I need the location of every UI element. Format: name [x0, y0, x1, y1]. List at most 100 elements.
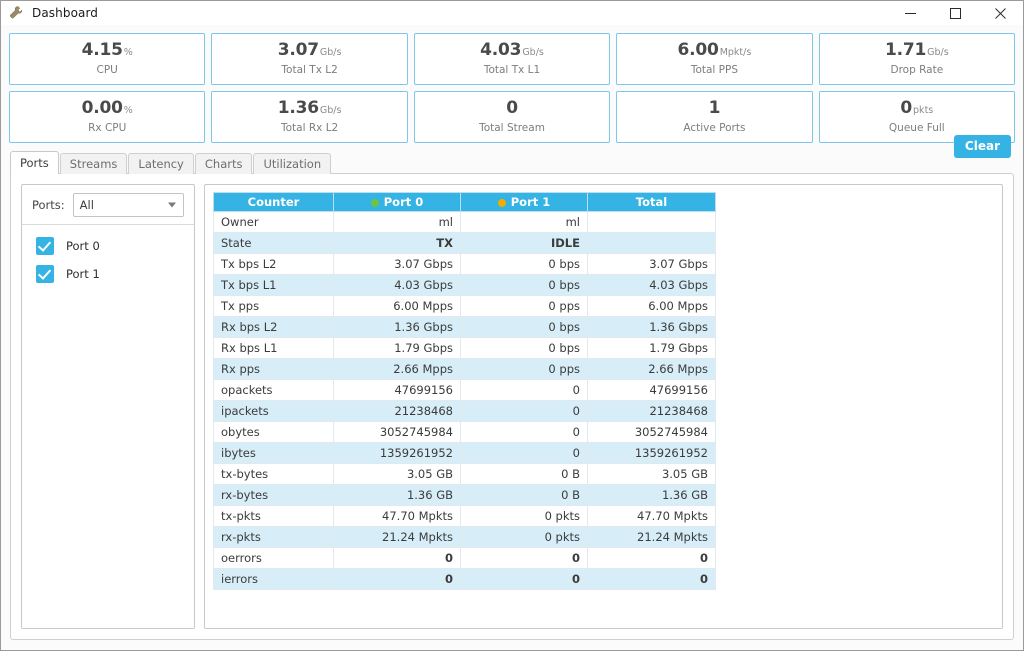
- stat-label: Total Tx L1: [483, 64, 541, 76]
- maximize-button[interactable]: [933, 1, 978, 25]
- port1-value-cell: 0: [460, 547, 588, 569]
- port-list-item[interactable]: Port 0: [36, 237, 194, 255]
- table-header-total[interactable]: Total: [587, 192, 716, 212]
- clear-button[interactable]: Clear: [953, 135, 1011, 158]
- stat-unit: Mpkt/s: [719, 47, 752, 58]
- stat-value: 1.36: [277, 98, 319, 118]
- table-row[interactable]: Tx bps L2 3.07 Gbps 0 bps 3.07 Gbps: [213, 253, 716, 275]
- table-header-label: Counter: [247, 195, 300, 209]
- window-title: Dashboard: [32, 6, 99, 20]
- counter-name-cell: Owner: [213, 211, 334, 233]
- table-row[interactable]: rx-pkts 21.24 Mpkts 0 pkts 21.24 Mpkts: [213, 526, 716, 548]
- port-list-item[interactable]: Port 1: [36, 265, 194, 283]
- table-row[interactable]: tx-pkts 47.70 Mpkts 0 pkts 47.70 Mpkts: [213, 505, 716, 527]
- stat-value-line: 4.03 Gb/s: [480, 42, 544, 59]
- port0-value-cell: 0: [333, 547, 461, 569]
- counter-name-cell: ipackets: [213, 400, 334, 422]
- total-value-cell: 47.70 Mpkts: [587, 505, 716, 527]
- table-row[interactable]: oerrors 0 0 0: [213, 547, 716, 569]
- stat-value: 0: [900, 98, 913, 118]
- total-value-cell: 1.79 Gbps: [587, 337, 716, 359]
- stat-label: Queue Full: [888, 122, 945, 134]
- port-label: Port 1: [66, 267, 100, 281]
- stat-unit: pkts: [913, 105, 934, 116]
- counter-name-cell: oerrors: [213, 547, 334, 569]
- port0-value-cell: 2.66 Mpps: [333, 358, 461, 380]
- counter-name-cell: rx-pkts: [213, 526, 334, 548]
- stat-value-line: 1: [709, 100, 721, 117]
- table-row[interactable]: Rx bps L1 1.79 Gbps 0 bps 1.79 Gbps: [213, 337, 716, 359]
- close-button[interactable]: [978, 1, 1023, 25]
- dashboard-window: Dashboard 4.15% CPU 3.07 Gb/s Total Tx L2 4.0…: [0, 0, 1024, 651]
- checkbox-port-0[interactable]: [36, 237, 54, 255]
- table-row[interactable]: ibytes 1359261952 0 1359261952: [213, 442, 716, 464]
- counter-name-cell: tx-pkts: [213, 505, 334, 527]
- table-row[interactable]: Rx pps 2.66 Mpps 0 pps 2.66 Mpps: [213, 358, 716, 380]
- table-row[interactable]: ipackets 21238468 0 21238468: [213, 400, 716, 422]
- counter-name-cell: ierrors: [213, 568, 334, 590]
- table-row[interactable]: Tx pps 6.00 Mpps 0 pps 6.00 Mpps: [213, 295, 716, 317]
- ports-filter-dropdown[interactable]: All: [72, 192, 184, 217]
- table-header-port-0[interactable]: Port 0: [333, 192, 461, 212]
- port1-value-cell: 0: [460, 379, 588, 401]
- status-dot-icon: [370, 199, 379, 207]
- stats-row-top: 4.15% CPU 3.07 Gb/s Total Tx L2 4.03 Gb/s Total…: [1, 33, 1023, 85]
- port1-value-cell: 0 bps: [460, 337, 588, 359]
- counter-name-cell: Tx pps: [213, 295, 334, 317]
- table-header-counter[interactable]: Counter: [213, 192, 334, 212]
- total-value-cell: 47699156: [587, 379, 716, 401]
- table-row[interactable]: Rx bps L2 1.36 Gbps 0 bps 1.36 Gbps: [213, 316, 716, 338]
- checkbox-port-1[interactable]: [36, 265, 54, 283]
- port0-value-cell: 3052745984: [333, 421, 461, 443]
- stat-card-drop-rate: 1.71 Gb/s Drop Rate: [818, 33, 1016, 85]
- table-row[interactable]: State TX IDLE: [213, 232, 716, 254]
- tab-utilization[interactable]: Utilization: [253, 153, 332, 174]
- stat-label: CPU: [96, 64, 118, 76]
- port-label: Port 0: [66, 239, 100, 253]
- counter-name-cell: Tx bps L1: [213, 274, 334, 296]
- table-row[interactable]: Tx bps L1 4.03 Gbps 0 bps 4.03 Gbps: [213, 274, 716, 296]
- table-header-port-1[interactable]: Port 1: [460, 192, 588, 212]
- total-value-cell: 1.36 GB: [587, 484, 716, 506]
- minimize-button[interactable]: [888, 1, 933, 25]
- total-value-cell: [587, 232, 716, 254]
- table-row[interactable]: tx-bytes 3.05 GB 0 B 3.05 GB: [213, 463, 716, 485]
- tab-streams[interactable]: Streams: [59, 153, 128, 174]
- port1-value-cell: 0: [460, 421, 588, 443]
- stats-row-bottom: 0.00% Rx CPU 1.36 Gb/s Total Rx L2 0 Total Str…: [1, 91, 1023, 143]
- port1-value-cell: 0 pps: [460, 358, 588, 380]
- port0-value-cell: 4.03 Gbps: [333, 274, 461, 296]
- total-value-cell: 3052745984: [587, 421, 716, 443]
- stat-value: 0: [506, 98, 518, 118]
- table-row[interactable]: Owner ml ml: [213, 211, 716, 233]
- port1-value-cell: 0: [460, 400, 588, 422]
- total-value-cell: 21.24 Mpkts: [587, 526, 716, 548]
- port1-value-cell: 0: [460, 442, 588, 464]
- app-body: 4.15% CPU 3.07 Gb/s Total Tx L2 4.03 Gb/s Total…: [1, 25, 1023, 650]
- port0-value-cell: 21.24 Mpkts: [333, 526, 461, 548]
- table-row[interactable]: rx-bytes 1.36 GB 0 B 1.36 GB: [213, 484, 716, 506]
- table-row[interactable]: obytes 3052745984 0 3052745984: [213, 421, 716, 443]
- counter-name-cell: rx-bytes: [213, 484, 334, 506]
- tab-latency[interactable]: Latency: [128, 153, 194, 174]
- port1-value-cell: ml: [460, 211, 588, 233]
- stat-card-total-rx-l2: 1.36 Gb/s Total Rx L2: [211, 91, 408, 143]
- port1-value-cell: 0 B: [460, 484, 588, 506]
- stat-unit: Gb/s: [522, 47, 544, 58]
- ports-tab-panel: Ports: All Port 0 Port 1 Counter Port 0 Por…: [10, 173, 1014, 640]
- total-value-cell: 0: [587, 568, 716, 590]
- tab-ports[interactable]: Ports: [10, 151, 59, 174]
- stat-card-total-tx-l1: 4.03 Gb/s Total Tx L1: [413, 33, 611, 85]
- table-header-row: Counter Port 0 Port 1 Total: [213, 192, 716, 212]
- wrench-icon: [8, 5, 24, 21]
- stat-value-line: 4.15%: [82, 42, 133, 59]
- tab-charts[interactable]: Charts: [194, 153, 253, 174]
- total-value-cell: 1.36 Gbps: [587, 316, 716, 338]
- total-value-cell: 0: [587, 547, 716, 569]
- table-row[interactable]: ierrors 0 0 0: [213, 568, 716, 590]
- stat-value-line: 1.71 Gb/s: [885, 42, 949, 59]
- table-row[interactable]: opackets 47699156 0 47699156: [213, 379, 716, 401]
- counter-name-cell: obytes: [213, 421, 334, 443]
- stat-value: 1: [708, 98, 721, 118]
- counter-name-cell: Rx bps L1: [213, 337, 334, 359]
